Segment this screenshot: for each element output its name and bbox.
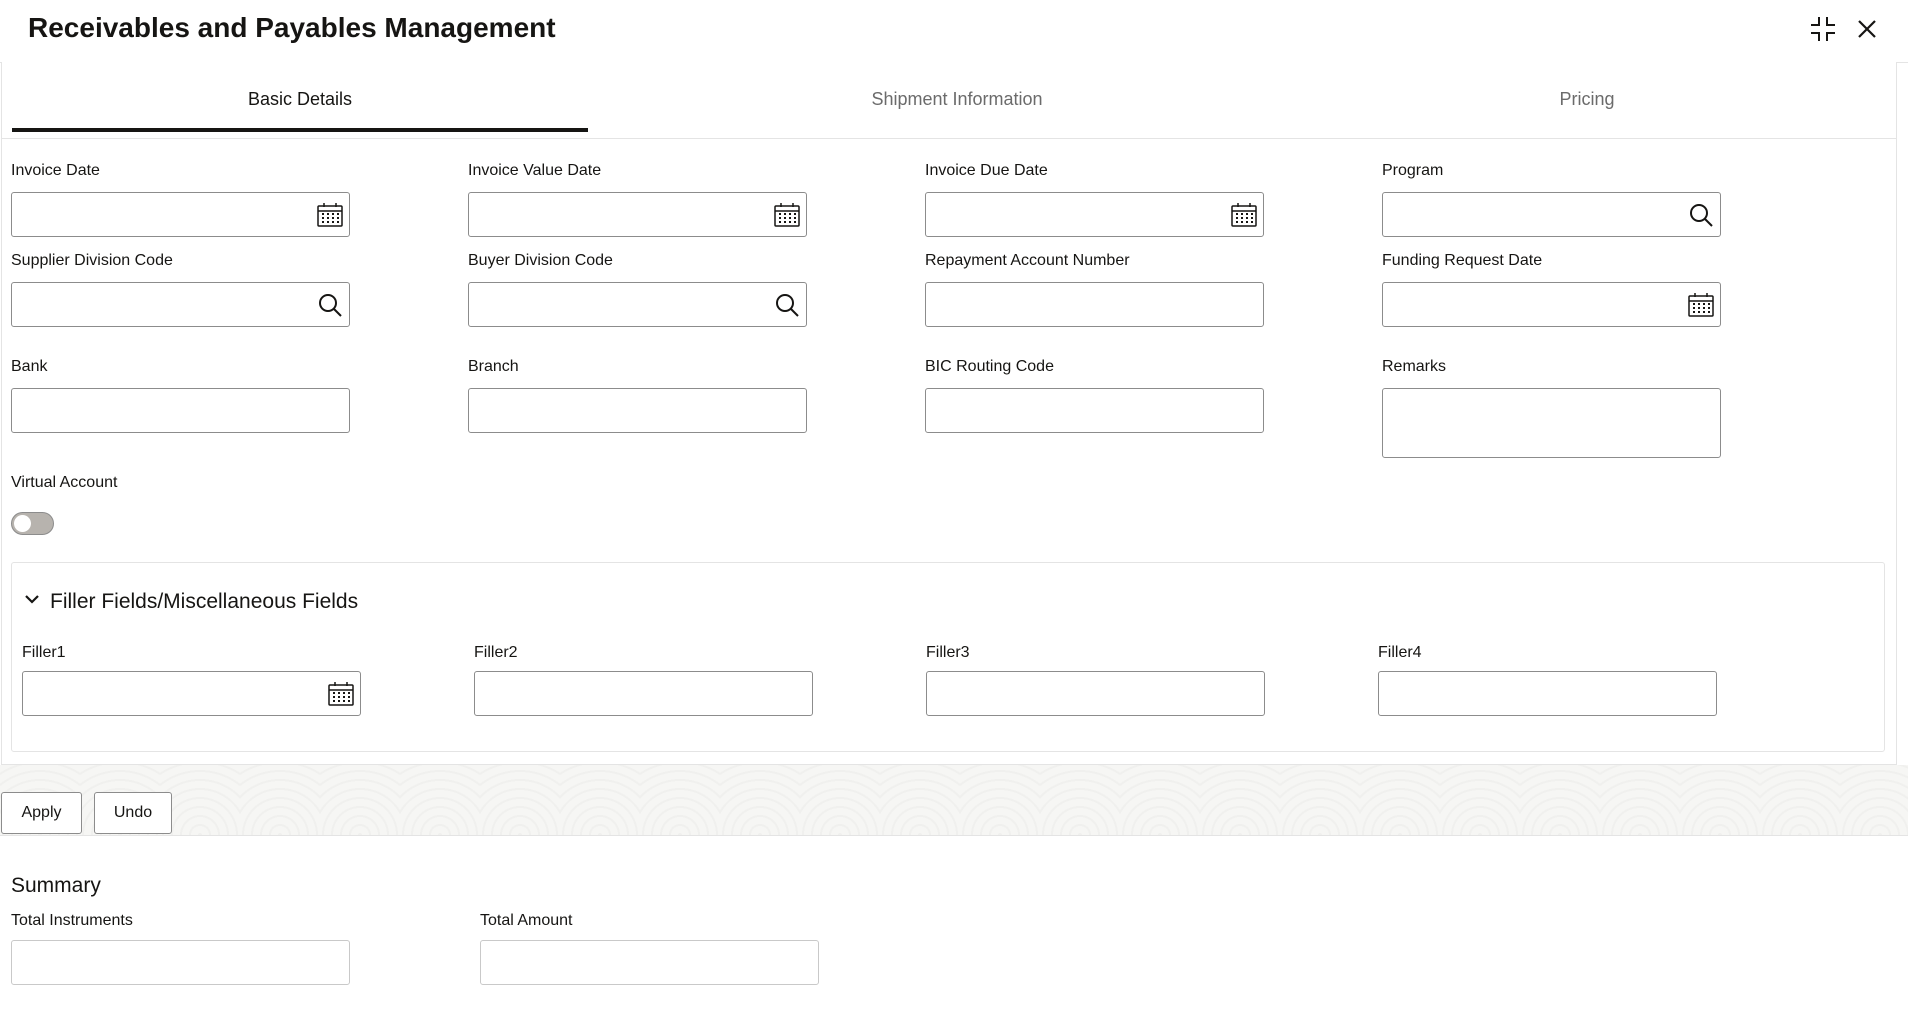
search-icon[interactable]	[316, 291, 344, 319]
bank-field[interactable]	[11, 388, 350, 433]
invoice-value-date-field[interactable]	[468, 192, 807, 237]
filler-section-title: Filler Fields/Miscellaneous Fields	[50, 590, 359, 613]
branch-label: Branch	[468, 358, 519, 375]
toggle-knob	[14, 515, 31, 532]
invoice-date-label: Invoice Date	[11, 162, 100, 179]
action-strip	[0, 765, 1908, 835]
buyer-division-code-field[interactable]	[468, 282, 807, 327]
tab-bar: Basic Details Shipment Information Prici…	[2, 62, 1896, 139]
remarks-textarea[interactable]	[1382, 388, 1721, 458]
filler2-label: Filler2	[474, 644, 518, 661]
repayment-account-number-field[interactable]	[925, 282, 1264, 327]
repayment-account-number-label: Repayment Account Number	[925, 252, 1130, 269]
filler3-label: Filler3	[926, 644, 970, 661]
total-instruments-label: Total Instruments	[11, 912, 133, 929]
apply-button[interactable]: Apply	[1, 792, 82, 834]
filler-section-header[interactable]: Filler Fields/Miscellaneous Fields	[22, 589, 358, 619]
total-amount-field	[480, 940, 819, 985]
summary-title: Summary	[11, 874, 101, 897]
buyer-division-code-label: Buyer Division Code	[468, 252, 613, 269]
funding-request-date-label: Funding Request Date	[1382, 252, 1543, 269]
tab-shipment-information[interactable]: Shipment Information	[667, 62, 1247, 128]
branch-field[interactable]	[468, 388, 807, 433]
virtual-account-label: Virtual Account	[11, 474, 118, 491]
filler3-field[interactable]	[926, 671, 1265, 716]
calendar-icon[interactable]	[1687, 291, 1715, 319]
bic-routing-code-field[interactable]	[925, 388, 1264, 433]
program-label: Program	[1382, 162, 1444, 179]
minimize-icon[interactable]	[1808, 14, 1838, 44]
calendar-icon[interactable]	[1230, 201, 1258, 229]
dialog-header: Receivables and Payables Management	[0, 0, 1908, 63]
tab-pricing[interactable]: Pricing	[1302, 62, 1872, 128]
invoice-value-date-label: Invoice Value Date	[468, 162, 602, 179]
funding-request-date-field[interactable]	[1382, 282, 1721, 327]
filler2-field[interactable]	[474, 671, 813, 716]
program-field[interactable]	[1382, 192, 1721, 237]
chevron-down-icon[interactable]	[22, 589, 42, 615]
filler4-field[interactable]	[1378, 671, 1717, 716]
search-icon[interactable]	[773, 291, 801, 319]
invoice-due-date-field[interactable]	[925, 192, 1264, 237]
undo-button[interactable]: Undo	[94, 792, 172, 834]
filler1-field[interactable]	[22, 671, 361, 716]
bank-label: Bank	[11, 358, 48, 375]
virtual-account-toggle[interactable]	[11, 512, 54, 535]
calendar-icon[interactable]	[773, 201, 801, 229]
total-instruments-field	[11, 940, 350, 985]
tab-basic-details[interactable]: Basic Details	[12, 62, 588, 132]
supplier-division-code-label: Supplier Division Code	[11, 252, 173, 269]
remarks-label: Remarks	[1382, 358, 1447, 375]
filler4-label: Filler4	[1378, 644, 1422, 661]
calendar-icon[interactable]	[316, 201, 344, 229]
invoice-date-field[interactable]	[11, 192, 350, 237]
page-title: Receivables and Payables Management	[28, 12, 556, 43]
calendar-icon[interactable]	[327, 680, 355, 708]
invoice-due-date-label: Invoice Due Date	[925, 162, 1048, 179]
total-amount-label: Total Amount	[480, 912, 573, 929]
supplier-division-code-field[interactable]	[11, 282, 350, 327]
search-icon[interactable]	[1687, 201, 1715, 229]
summary-panel: Summary	[0, 835, 1908, 1018]
filler1-label: Filler1	[22, 644, 66, 661]
close-icon[interactable]	[1852, 14, 1882, 44]
bic-routing-code-label: BIC Routing Code	[925, 358, 1054, 375]
